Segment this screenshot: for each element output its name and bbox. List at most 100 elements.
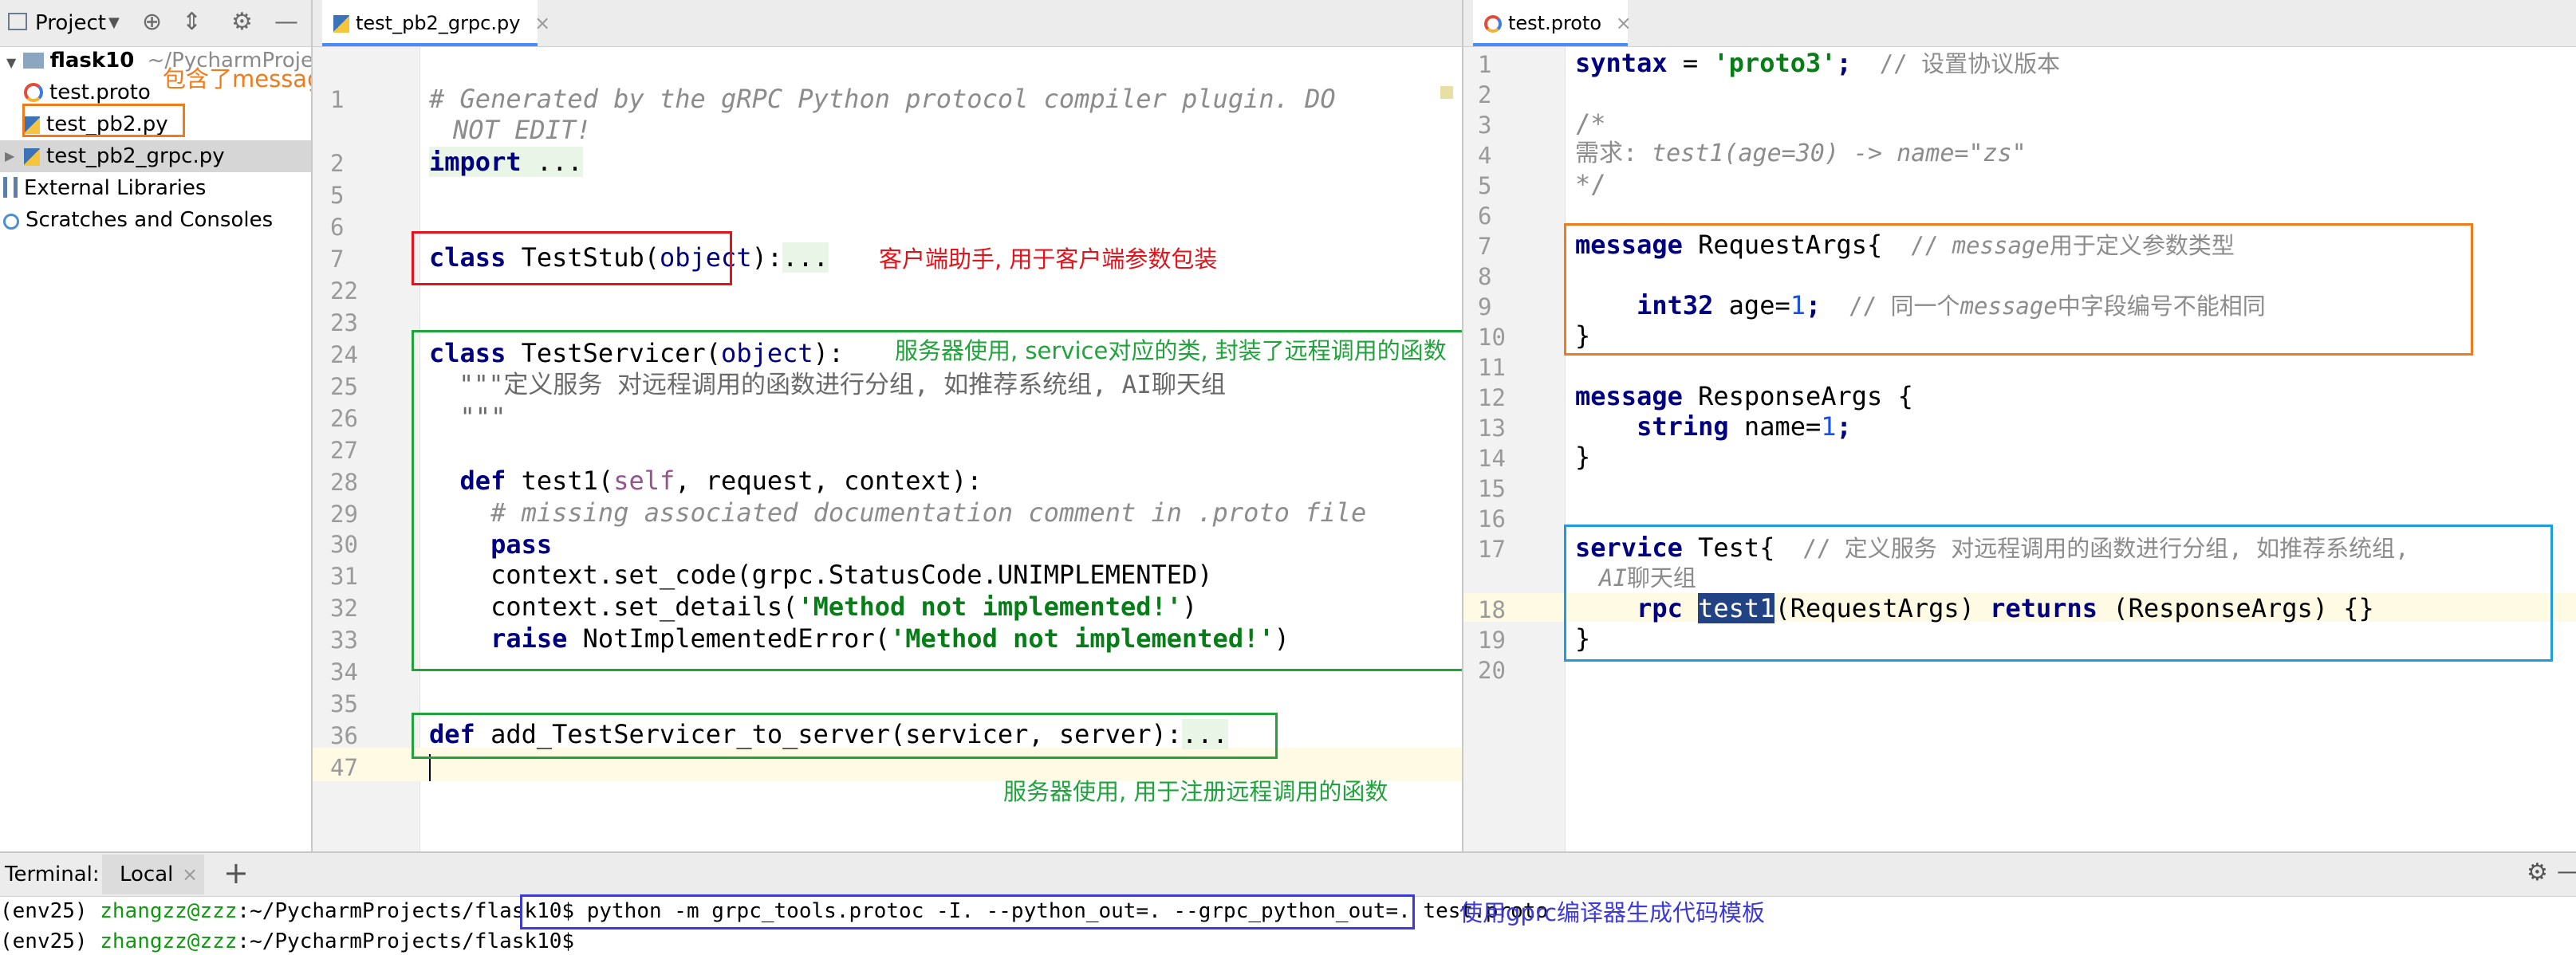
line-number: 14 xyxy=(1478,445,1506,472)
annotation-box-pb2 xyxy=(22,104,185,137)
gear-icon[interactable]: ⚙ xyxy=(231,10,253,34)
line-number: 36 xyxy=(330,722,358,749)
python-file-icon xyxy=(333,15,349,33)
line-number: 25 xyxy=(330,373,358,400)
annotation-command: 使用gprc编译器生成代码模板 xyxy=(1459,899,1766,926)
add-tab-icon[interactable]: + xyxy=(223,855,249,891)
folder-icon xyxy=(22,53,44,69)
proto-line-13: string name=1; xyxy=(1637,411,1852,442)
line-number: 18 xyxy=(1478,596,1506,623)
line-number: 9 xyxy=(1478,293,1492,320)
proto-line-4: 需求: test1(age=30) -> name="zs" xyxy=(1575,140,2027,167)
annotation-box-service xyxy=(1564,525,2553,662)
terminal-label: Terminal: xyxy=(5,863,100,886)
line-number: 16 xyxy=(1478,505,1506,533)
proto-line-12: message ResponseArgs { xyxy=(1575,381,1913,411)
line-number: 29 xyxy=(330,501,358,528)
line-number: 11 xyxy=(1478,354,1506,381)
tree-item-test-pb2-grpc[interactable]: ▶ test_pb2_grpc.py xyxy=(0,140,311,172)
chevron-down-icon[interactable]: ▼ xyxy=(6,55,16,70)
line-number: 19 xyxy=(1478,627,1506,654)
project-toolbar: Project ▼ ⊕ ⇕ ⚙ — xyxy=(0,0,311,47)
editor-right: test.proto × 1 2 3 4 5 6 7 8 9 10 11 12 13 14 15 16 17 18… xyxy=(1463,0,2576,851)
python-file-icon xyxy=(24,148,40,166)
proto-line-1: syntax = 'proto3'; // 设置协议版本 xyxy=(1575,48,2061,78)
tree-label: Scratches and Consoles xyxy=(26,208,274,232)
line-number: 27 xyxy=(330,437,358,464)
file-name: test_pb2_grpc.py xyxy=(46,144,225,168)
terminal-header xyxy=(0,853,2576,897)
gear-icon[interactable]: ⚙ xyxy=(2527,859,2548,886)
line-number: 7 xyxy=(330,246,345,273)
annotation-box-servicer xyxy=(412,330,1525,671)
line-number: 34 xyxy=(330,658,358,686)
line-number: 2 xyxy=(330,150,345,177)
root-folder-name: flask10 xyxy=(49,49,135,73)
line-number: 8 xyxy=(1478,263,1492,290)
line-number: 7 xyxy=(1478,233,1492,260)
tree-item-external-libraries[interactable]: External Libraries xyxy=(0,172,311,204)
gutter xyxy=(313,47,420,851)
code-line-2: import ... xyxy=(429,147,583,177)
terminal-panel: Terminal: Local × + ⚙ — (env25) zhangzz@… xyxy=(0,851,2576,953)
project-view-icon xyxy=(8,13,27,30)
line-number: 47 xyxy=(330,754,358,781)
line-number: 13 xyxy=(1478,415,1506,442)
line-number: 1 xyxy=(1478,51,1492,78)
hide-icon[interactable]: — xyxy=(274,10,298,34)
line-number: 12 xyxy=(1478,384,1506,411)
close-icon[interactable]: × xyxy=(534,12,550,34)
proto-file-icon xyxy=(1484,15,1502,33)
tab-label: test_pb2_grpc.py xyxy=(356,12,521,34)
terminal-tab-local[interactable]: Local × xyxy=(102,855,204,894)
chevron-down-icon[interactable]: ▼ xyxy=(108,14,120,31)
annotation-register: 服务器使用, 用于注册远程调用的函数 xyxy=(1003,778,1388,805)
chevron-right-icon[interactable]: ▶ xyxy=(5,140,14,172)
annotation-servicer: 服务器使用, service对应的类, 封装了远程调用的函数 xyxy=(895,337,1447,364)
line-number: 24 xyxy=(330,341,358,368)
library-icon xyxy=(3,177,18,198)
tab-test-proto[interactable]: test.proto × xyxy=(1473,0,1632,46)
line-number: 5 xyxy=(330,182,345,209)
collapse-icon[interactable]: ⇕ xyxy=(182,10,202,34)
line-number: 3 xyxy=(1478,112,1492,139)
tab-test-pb2-grpc[interactable]: test_pb2_grpc.py × xyxy=(322,0,550,46)
annotation-box-register xyxy=(412,713,1278,759)
line-number: 1 xyxy=(330,86,345,113)
annotation-box-message xyxy=(1564,223,2473,356)
hide-icon[interactable]: — xyxy=(2557,858,2576,885)
line-number: 2 xyxy=(1478,81,1492,108)
line-number: 23 xyxy=(330,309,358,336)
terminal-line-2: (env25) zhangzz@zzz:~/PycharmProjects/fl… xyxy=(0,929,575,953)
line-number: 31 xyxy=(330,563,358,590)
project-panel: Project ▼ ⊕ ⇕ ⚙ — ▼ flask10 ~/PycharmPro… xyxy=(0,0,510,851)
proto-file-icon xyxy=(24,83,43,102)
project-view-selector[interactable]: Project xyxy=(35,11,106,35)
tree-item-scratches[interactable]: Scratches and Consoles xyxy=(0,204,311,236)
line-number: 26 xyxy=(330,405,358,432)
close-icon[interactable]: × xyxy=(182,861,198,888)
tree-label: External Libraries xyxy=(24,176,207,200)
annotation-box-command xyxy=(520,894,1415,929)
file-name: test.proto xyxy=(49,81,151,104)
tab-label: Local xyxy=(120,863,174,886)
line-number: 17 xyxy=(1478,536,1506,563)
editor-left: test_pb2_grpc.py × 1 2 5 6 7 22 23 24 25 26 27 28 29… xyxy=(313,0,1525,851)
line-number: 33 xyxy=(330,627,358,654)
inspection-marker[interactable] xyxy=(1440,86,1453,99)
line-number: 4 xyxy=(1478,142,1492,169)
line-number: 28 xyxy=(330,469,358,496)
line-number: 35 xyxy=(330,690,358,717)
line-number: 22 xyxy=(330,277,358,305)
line-number: 20 xyxy=(1478,657,1506,684)
close-icon[interactable]: × xyxy=(1616,12,1632,34)
proto-line-3: /* xyxy=(1575,108,1606,139)
line-number: 6 xyxy=(330,214,345,241)
line-number: 5 xyxy=(1478,172,1492,199)
line-number: 30 xyxy=(330,531,358,558)
line-number: 32 xyxy=(330,595,358,622)
locate-icon[interactable]: ⊕ xyxy=(142,10,162,34)
code-line-1-wrap: NOT EDIT! xyxy=(453,115,592,145)
proto-line-14: } xyxy=(1575,442,1591,472)
line-number: 10 xyxy=(1478,324,1506,351)
